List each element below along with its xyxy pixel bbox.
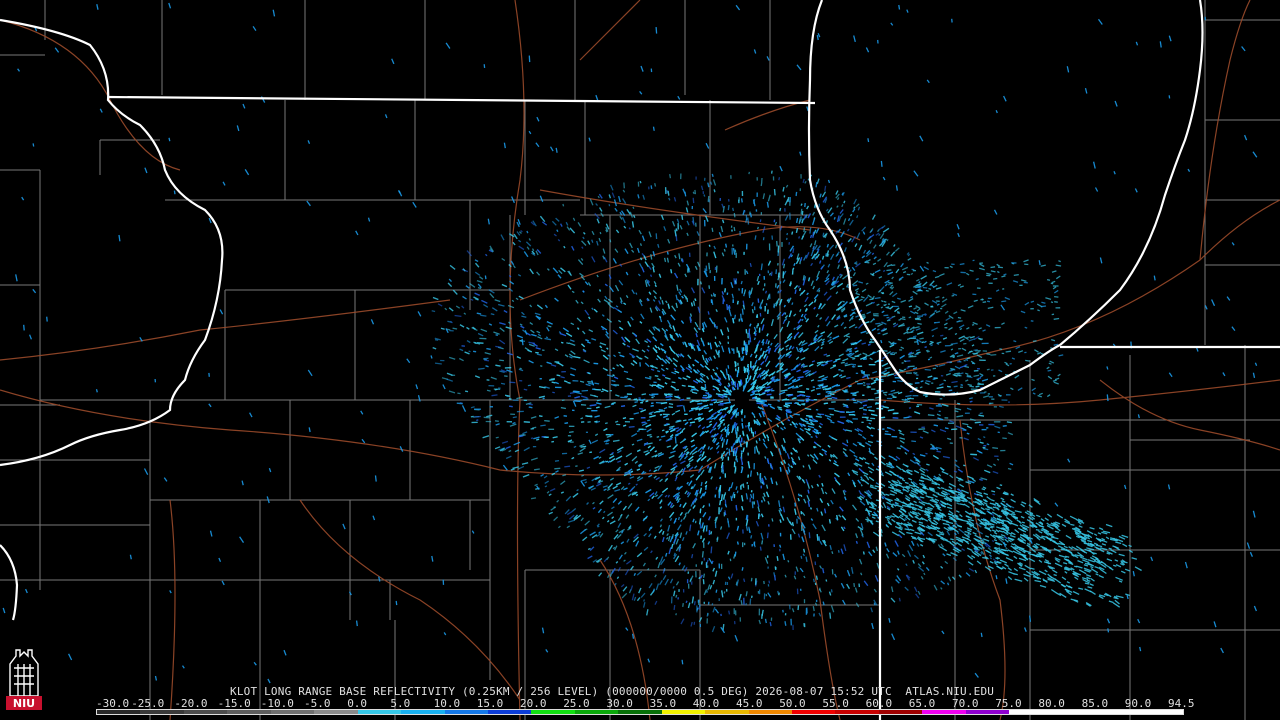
scale-swatch (661, 710, 706, 714)
scale-swatch (1139, 710, 1184, 714)
scale-swatch (748, 710, 793, 714)
scale-swatch (792, 710, 836, 714)
scale-swatch (618, 710, 663, 714)
scale-swatch (574, 710, 619, 714)
niu-logo-text: NIU (12, 697, 36, 710)
scale-swatch (97, 710, 141, 714)
scale-swatch (705, 710, 750, 714)
scale-swatch (965, 710, 1010, 714)
scale-swatch (314, 710, 359, 714)
scale-swatch (140, 710, 185, 714)
radar-site-marker (735, 393, 749, 407)
scale-swatch (227, 710, 272, 714)
scale-swatch (835, 710, 880, 714)
scale-swatch (1052, 710, 1097, 714)
scale-swatch (1096, 710, 1141, 714)
scale-swatch (1009, 710, 1054, 714)
scale-swatch (444, 710, 489, 714)
color-scale-labels: -30.0 -25.0 -20.0 -15.0 -10.0 -5.0 0.0 5.0 10.0 1… (96, 697, 1196, 710)
scale-swatch (487, 710, 532, 714)
color-scale-bar (96, 709, 1184, 715)
radar-map (0, 0, 1280, 720)
scale-swatch (531, 710, 576, 714)
scale-swatch (401, 710, 446, 714)
scale-swatch (183, 710, 228, 714)
scale-swatch (922, 710, 967, 714)
scale-swatch (270, 710, 315, 714)
scale-swatch (878, 710, 923, 714)
scale-swatch (357, 710, 402, 714)
